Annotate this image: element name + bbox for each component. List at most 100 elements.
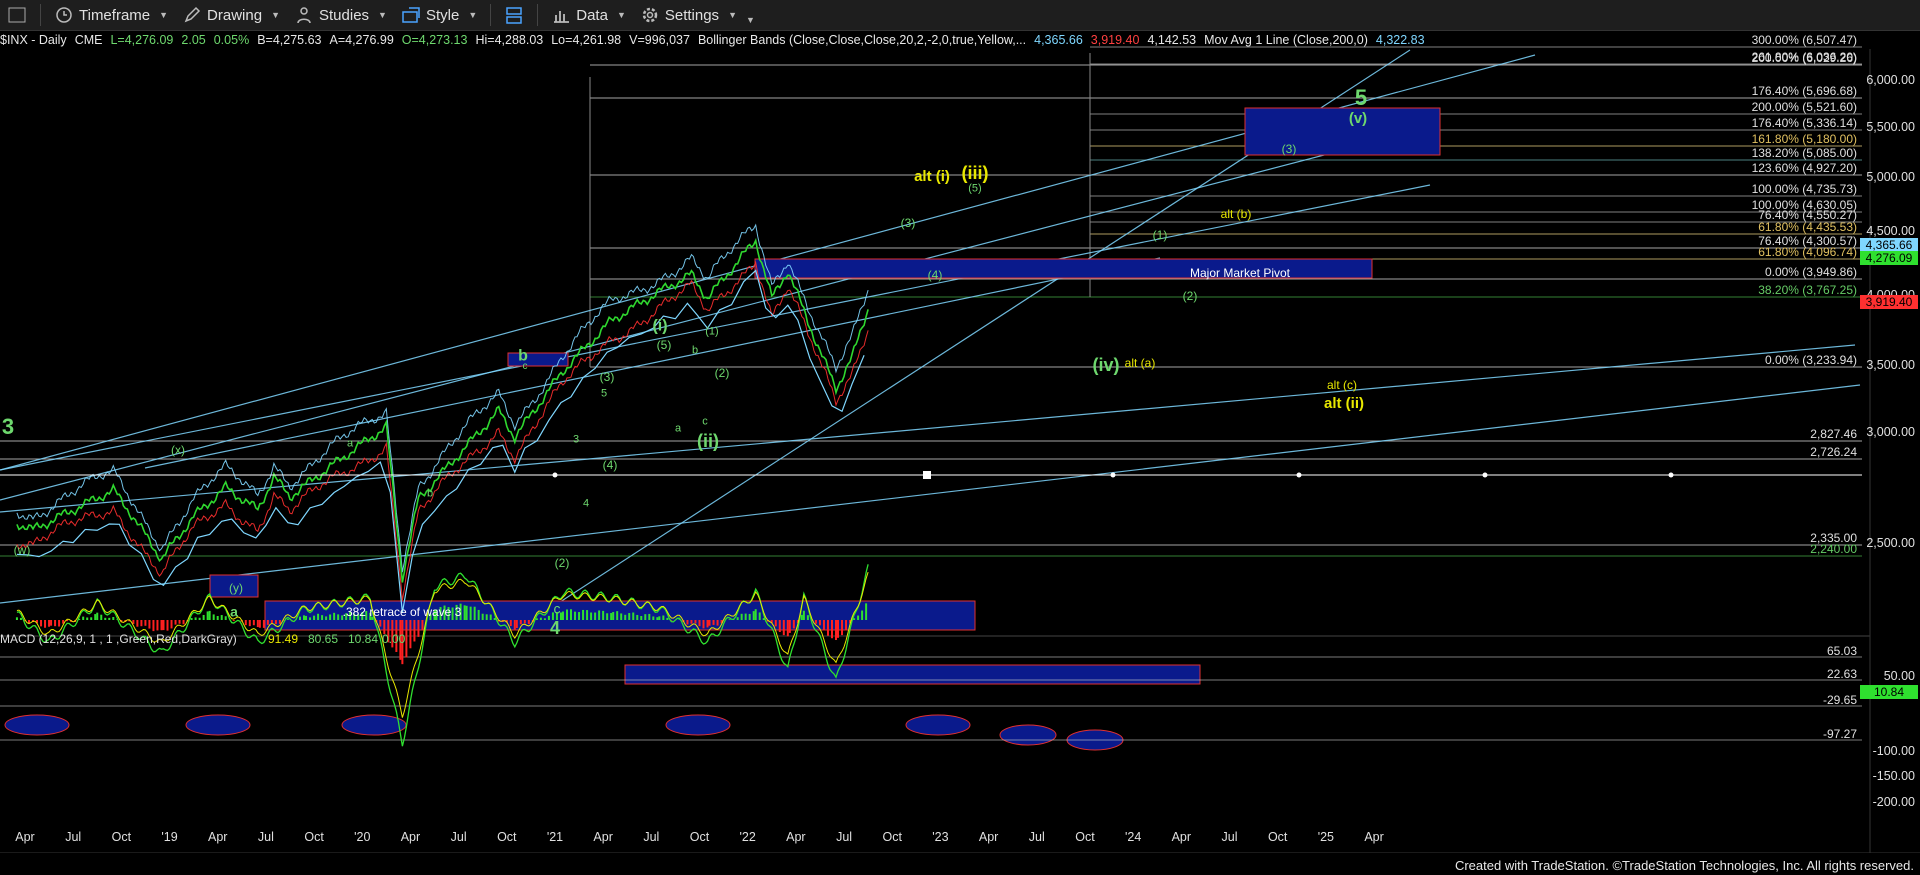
macd-box — [624, 664, 1201, 685]
time-axis-tick: Oct — [883, 830, 903, 844]
wave-label: (3) — [901, 216, 916, 230]
price-axis-tick: 2,500.00 — [1866, 536, 1915, 550]
wave-label: 3 — [2, 414, 14, 439]
wave-label: (5) — [968, 182, 981, 194]
wave-label: (i) — [652, 317, 667, 334]
wave-label: alt (i) — [914, 168, 950, 185]
time-axis-tick: Jul — [65, 830, 81, 844]
time-axis-tick: Jul — [1222, 830, 1238, 844]
trendline — [0, 384, 1861, 604]
wave-label: a — [347, 437, 354, 449]
macd-axis-tick: 50.00 — [1884, 669, 1915, 683]
macd-value-1: 91.49 — [268, 632, 298, 646]
time-axis-tick: '22 — [740, 830, 756, 844]
wave-label: 5 — [1355, 85, 1367, 110]
wave-label: (3) — [1282, 142, 1297, 156]
fib-level-label: 138.20% (5,085.00) — [1752, 146, 1857, 160]
macd-value-2: 80.65 — [308, 632, 338, 646]
price-tag-label: 4,365.66 — [1866, 238, 1913, 252]
trendline — [144, 257, 1161, 469]
toolbar: Timeframe ▼ Drawing ▼ Studies ▼ Style ▼ Data… — [0, 0, 1920, 31]
fib-level-label: 2,240.00 — [1810, 542, 1857, 556]
data-button[interactable]: Data ▼ — [544, 1, 633, 29]
price-chart[interactable]: 300.00% (6,507.47)261.80% (6,036.20)200.… — [0, 30, 1920, 853]
macd-label: MACD (12,26,9, 1 , 1 ,Green,Red,DarkGray… — [0, 632, 237, 646]
macd-level-label: -29.65 — [1823, 693, 1857, 707]
time-axis-tick: Jul — [258, 830, 274, 844]
wave-label: 4 — [583, 497, 589, 509]
time-axis-tick: '21 — [547, 830, 563, 844]
price-line — [16, 237, 869, 583]
layout-button[interactable] — [0, 1, 34, 29]
time-axis-tick: Apr — [208, 830, 227, 844]
wave-label: (4) — [928, 268, 943, 282]
wave-label: alt (c) — [1327, 378, 1357, 392]
wave-label: (ii) — [697, 431, 719, 451]
wave-label: (1) — [705, 325, 718, 337]
studies-button[interactable]: Studies ▼ — [287, 1, 394, 29]
wave-label: c — [702, 415, 708, 427]
time-axis-tick: '24 — [1125, 830, 1141, 844]
timeframe-button[interactable]: Timeframe ▼ — [47, 1, 175, 29]
wave-label: b — [692, 344, 698, 356]
settings-button[interactable]: Settings ▼ ▼ — [633, 1, 762, 29]
price-axis-tick: 3,000.00 — [1866, 425, 1915, 439]
time-axis-tick: '23 — [932, 830, 948, 844]
time-axis-tick: Oct — [1268, 830, 1288, 844]
wave-label: alt (a) — [1125, 356, 1156, 370]
wave-label: (iv) — [1093, 355, 1120, 375]
line-marker — [924, 472, 930, 478]
time-axis-tick: Apr — [15, 830, 34, 844]
time-axis-tick: Jul — [1029, 830, 1045, 844]
wave-label: (iii) — [962, 163, 989, 183]
style-icon — [401, 6, 421, 24]
macd-ellipse — [905, 714, 971, 736]
time-axis-tick: Oct — [304, 830, 324, 844]
time-axis-tick: Jul — [643, 830, 659, 844]
macd-axis-tick: -100.00 — [1873, 744, 1915, 758]
wave-label: (2) — [715, 366, 730, 380]
caret-down-icon: ▼ — [271, 10, 280, 20]
wave-label: (5) — [657, 338, 672, 352]
fib-level-label: 176.40% (5,336.14) — [1752, 116, 1857, 130]
studies-label: Studies — [319, 6, 370, 24]
fib-level-label: 0.00% (3,949.86) — [1765, 265, 1857, 279]
macd-axis-tick: -200.00 — [1873, 795, 1915, 809]
link-icon — [504, 6, 524, 24]
wave-label: alt (b) — [1221, 207, 1252, 221]
footer-credit: Created with TradeStation. ©TradeStation… — [1454, 858, 1914, 873]
timeframe-label: Timeframe — [79, 6, 151, 24]
macd-level-label: 22.63 — [1827, 667, 1857, 681]
time-axis-tick: Apr — [979, 830, 998, 844]
macd-axis-tick: -150.00 — [1873, 769, 1915, 783]
wave-label: (x) — [171, 443, 185, 457]
fib-level-label: 38.20% (3,767.25) — [1758, 283, 1857, 297]
person-icon — [294, 6, 314, 24]
price-axis-tick: 4,500.00 — [1866, 224, 1915, 238]
macd-value-3: 10.84 — [348, 632, 378, 646]
time-axis-tick: Apr — [593, 830, 612, 844]
caret-down-icon: ▼ — [616, 10, 626, 20]
price-axis-tick: 5,500.00 — [1866, 120, 1915, 134]
price-tag-label: 4,276.09 — [1866, 251, 1913, 265]
style-button[interactable]: Style ▼ — [394, 1, 484, 29]
wave-label: alt (ii) — [1324, 395, 1364, 412]
macd-level-label: 65.03 — [1827, 644, 1857, 658]
fib-level-label: 176.40% (5,696.68) — [1752, 84, 1857, 98]
time-axis-tick: Apr — [401, 830, 420, 844]
fib-level-label: 300.00% (6,507.47) — [1752, 33, 1857, 47]
fib-level-label: 61.80% (4,435.53) — [1758, 220, 1857, 234]
time-axis-tick: Oct — [1075, 830, 1095, 844]
time-axis-tick: Jul — [451, 830, 467, 844]
link-button[interactable] — [497, 1, 531, 29]
pencil-icon — [182, 6, 202, 24]
time-axis-tick: Oct — [112, 830, 132, 844]
fib-level-label: 123.60% (4,927.20) — [1752, 161, 1857, 175]
price-tag-label: 3,919.40 — [1866, 295, 1913, 309]
fib-level-label: 0.00% (3,233.94) — [1765, 353, 1857, 367]
macd-value-4: 0.00 — [382, 632, 406, 646]
macd-ellipse — [999, 724, 1057, 746]
drawing-button[interactable]: Drawing ▼ — [175, 1, 287, 29]
clock-icon — [54, 6, 74, 24]
caret-down-icon: ▼ — [745, 15, 755, 25]
